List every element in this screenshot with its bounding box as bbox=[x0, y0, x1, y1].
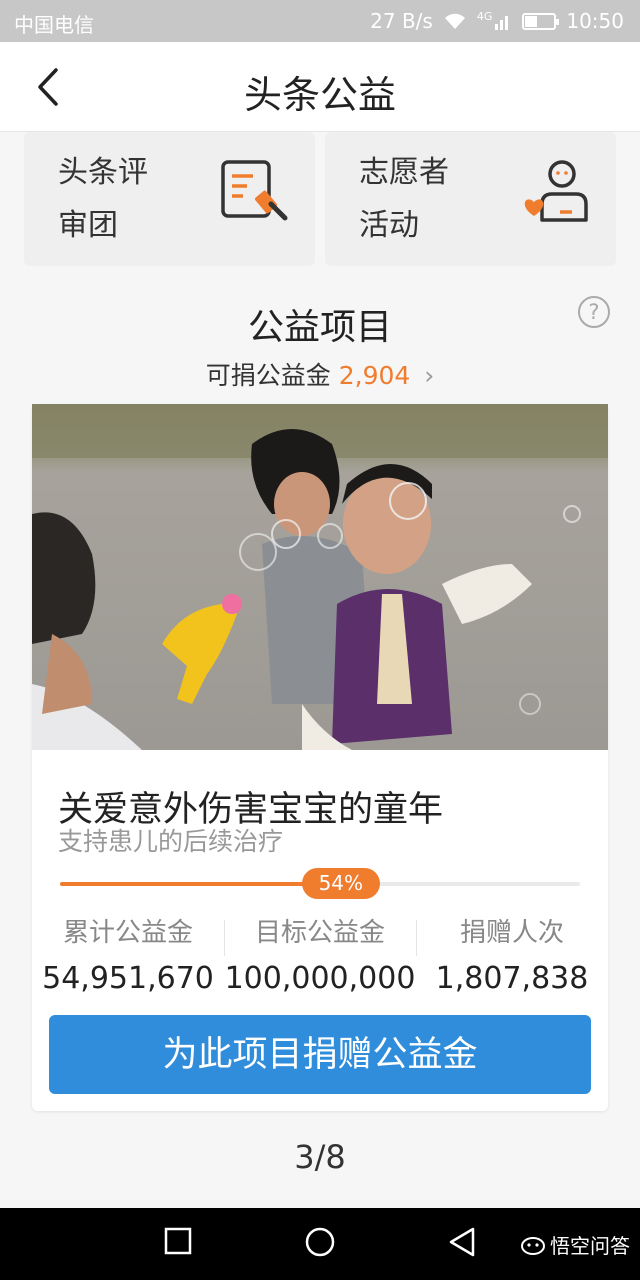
stat-target: 目标公益金 100,000,000 bbox=[224, 914, 416, 1002]
stat-donors: 捐赠人次 1,807,838 bbox=[416, 914, 608, 1002]
watermark-text: 悟空问答 bbox=[550, 1234, 630, 1258]
progress-badge: 54% bbox=[301, 868, 380, 899]
clock: 10:50 bbox=[566, 9, 624, 33]
back-nav-icon[interactable] bbox=[447, 1226, 477, 1258]
stat-donors-label: 捐赠人次 bbox=[459, 918, 564, 948]
review-panel-card[interactable]: 头条评 审团 bbox=[24, 132, 315, 266]
balance-amount: 2,904 bbox=[338, 361, 411, 390]
balance-label: 可捐公益金 bbox=[205, 361, 331, 390]
chevron-right-icon: › bbox=[424, 361, 435, 390]
progress-bar: 54% bbox=[60, 868, 580, 899]
header: 头条公益 bbox=[0, 42, 640, 132]
page-title: 头条公益 bbox=[243, 73, 396, 117]
stat-raised-label: 累计公益金 bbox=[62, 918, 193, 948]
section-title: 公益项目 bbox=[247, 307, 392, 348]
volunteer-icon bbox=[524, 160, 588, 222]
system-nav-bar: 悟空问答 bbox=[0, 1208, 640, 1280]
project-photo[interactable] bbox=[32, 404, 608, 750]
network-speed: 27 B/s bbox=[370, 9, 433, 33]
status-right: 27 B/s 4G 10:50 bbox=[370, 9, 624, 33]
stat-raised: 累计公益金 54,951,670 bbox=[32, 914, 224, 1002]
feature-cards: 头条评 审团 志愿者 活动 bbox=[24, 132, 616, 266]
page-indicator: 3/8 bbox=[294, 1138, 346, 1176]
volunteer-label: 志愿者 活动 bbox=[359, 155, 449, 243]
help-icon[interactable]: ? bbox=[578, 296, 610, 328]
balance-link[interactable]: 可捐公益金 2,904 › bbox=[0, 356, 640, 392]
review-icon bbox=[221, 160, 288, 221]
project-subtitle: 支持患儿的后续治疗 bbox=[58, 827, 284, 856]
stat-donors-value: 1,807,838 bbox=[435, 961, 589, 996]
wukong-logo-icon bbox=[521, 1236, 545, 1255]
signal-icon bbox=[495, 16, 509, 30]
project-card: 关爱意外伤害宝宝的童年 支持患儿的后续治疗 54% 累计公益金 54,951,6… bbox=[32, 404, 608, 1111]
battery-icon bbox=[522, 12, 560, 30]
watermark: 悟空问答 bbox=[520, 1230, 630, 1259]
network-type: 4G bbox=[476, 9, 493, 23]
volunteer-card[interactable]: 志愿者 活动 bbox=[325, 132, 616, 266]
project-stats: 累计公益金 54,951,670 目标公益金 100,000,000 捐赠人次 … bbox=[32, 914, 608, 1002]
home-icon[interactable] bbox=[304, 1226, 336, 1258]
review-panel-label: 头条评 审团 bbox=[58, 155, 148, 243]
wifi-icon bbox=[444, 13, 465, 29]
stat-target-value: 100,000,000 bbox=[224, 961, 416, 996]
carrier-name: 中国电信 bbox=[14, 13, 94, 37]
stat-raised-value: 54,951,670 bbox=[42, 961, 214, 996]
stat-target-label: 目标公益金 bbox=[254, 918, 385, 948]
project-image bbox=[32, 404, 608, 750]
donate-button[interactable]: 为此项目捐赠公益金 bbox=[49, 1015, 591, 1094]
status-bar: 中国电信 27 B/s 4G 10:50 bbox=[0, 0, 640, 42]
progress-fill bbox=[60, 882, 341, 886]
recent-apps-icon[interactable] bbox=[163, 1226, 193, 1256]
